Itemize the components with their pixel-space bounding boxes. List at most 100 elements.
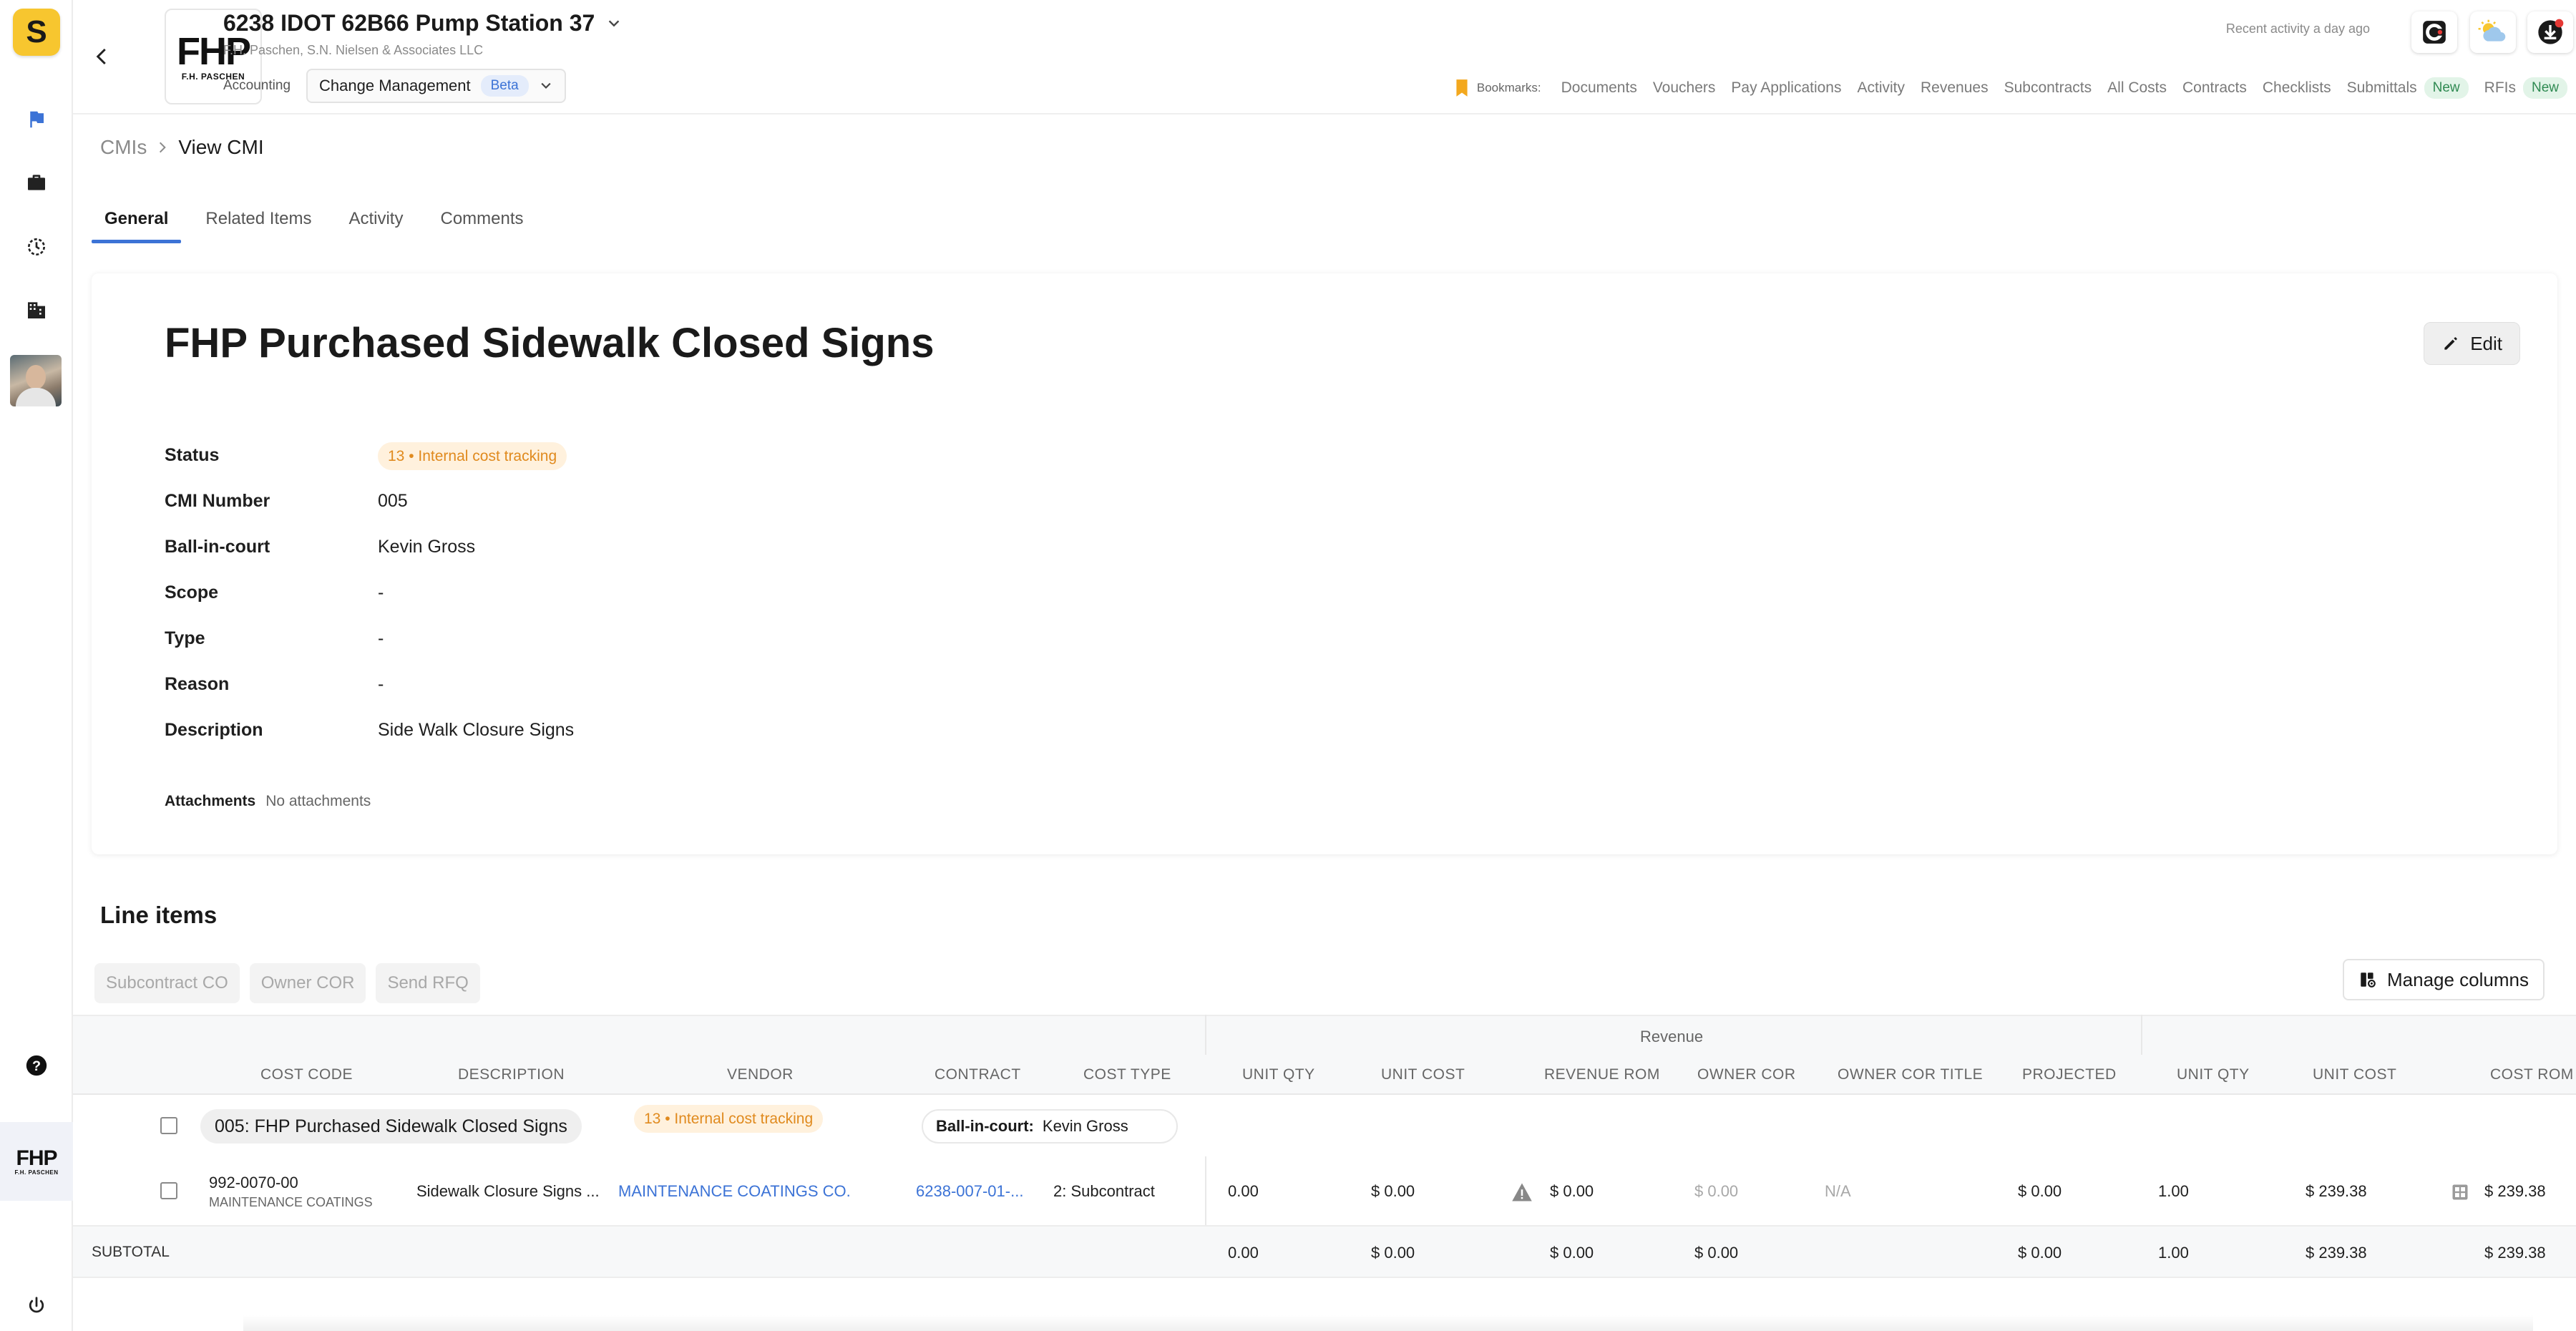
building-icon[interactable]	[19, 292, 54, 328]
edit-button[interactable]: Edit	[2424, 322, 2520, 365]
group-name[interactable]: 005: FHP Purchased Sidewalk Closed Signs	[200, 1109, 582, 1144]
col-owner-cor[interactable]: OWNER COR	[1697, 1066, 1796, 1083]
columns-settings-icon	[2361, 972, 2376, 988]
chevron-right-icon	[160, 142, 167, 153]
field-description: Description Side Walk Closure Signs	[165, 707, 574, 753]
bookmark-rfis[interactable]: RFIs New	[2484, 77, 2567, 99]
col-unit-qty[interactable]: UNIT QTY	[1242, 1066, 1315, 1083]
cmi-title: FHP Purchased Sidewalk Closed Signs	[165, 320, 935, 366]
status-badge: 13 • Internal cost tracking	[378, 442, 567, 470]
col-cost-rom[interactable]: COST ROM	[2490, 1066, 2574, 1083]
flag-icon[interactable]	[19, 102, 54, 137]
cell-cost-code-sub: MAINTENANCE COATINGS	[209, 1195, 373, 1209]
pencil-icon	[2444, 337, 2457, 350]
bookmark-contracts[interactable]: Contracts	[2182, 79, 2247, 97]
svg-text:?: ?	[32, 1058, 41, 1074]
table-row[interactable]: 992-0070-00 MAINTENANCE COATINGS Sidewal…	[73, 1156, 2576, 1225]
row-divider	[1205, 1156, 1206, 1225]
bookmark-documents[interactable]: Documents	[1561, 79, 1637, 97]
manage-columns-button[interactable]: Manage columns	[2343, 959, 2545, 1000]
back-button[interactable]	[84, 39, 120, 74]
field-label: CMI Number	[165, 490, 270, 511]
field-label: Reason	[165, 673, 230, 694]
field-label: Ball-in-court	[165, 536, 270, 557]
row-checkbox[interactable]	[160, 1182, 177, 1199]
bookmark-activity[interactable]: Activity	[1858, 79, 1906, 97]
integration-icon[interactable]	[2411, 11, 2457, 53]
col-contract[interactable]: CONTRACT	[935, 1066, 1021, 1083]
col-unit-qty-2[interactable]: UNIT QTY	[2177, 1066, 2250, 1083]
tab-general[interactable]: General	[92, 209, 182, 243]
subtotal-row: SUBTOTAL 0.00 $ 0.00 $ 0.00 $ 0.00 $ 0.0…	[73, 1225, 2576, 1278]
new-badge: New	[2522, 77, 2567, 99]
history-icon[interactable]	[19, 229, 54, 265]
project-header: FHP F.H. PASCHEN 6238 IDOT 62B66 Pump St…	[73, 0, 2576, 114]
field-label: Type	[165, 628, 205, 648]
col-owner-cor-title[interactable]: OWNER COR TITLE	[1838, 1066, 1983, 1083]
cell-owner-cor: $ 0.00	[1694, 1182, 1739, 1200]
calculator-icon[interactable]	[2450, 1182, 2470, 1202]
subtotal-cost-rom: $ 239.38	[2484, 1244, 2546, 1262]
line-item-actions: Subcontract CO Owner COR Send RFQ	[94, 963, 480, 1003]
field-value: Side Walk Closure Signs	[378, 719, 575, 740]
send-rfq-button[interactable]: Send RFQ	[376, 963, 480, 1003]
cell-unit-qty: 0.00	[1228, 1182, 1259, 1200]
avatar[interactable]	[10, 355, 62, 406]
field-value: Kevin Gross	[378, 536, 476, 557]
bookmark-vouchers[interactable]: Vouchers	[1653, 79, 1716, 97]
group-checkbox[interactable]	[160, 1117, 177, 1134]
power-icon[interactable]	[19, 1288, 54, 1324]
col-unit-cost[interactable]: UNIT COST	[1381, 1066, 1465, 1083]
vendor-link[interactable]: MAINTENANCE COATINGS CO.	[618, 1182, 851, 1201]
contract-link[interactable]: 6238-007-01-...	[916, 1182, 1023, 1201]
bookmarks-bar: Bookmarks: Documents Vouchers Pay Applic…	[1454, 77, 2576, 99]
bookmark-checklists[interactable]: Checklists	[2263, 79, 2331, 97]
bookmark-pay-applications[interactable]: Pay Applications	[1731, 79, 1841, 97]
briefcase-icon[interactable]	[19, 165, 54, 200]
chevron-left-icon	[96, 48, 106, 65]
breadcrumb-cmis[interactable]: CMIs	[100, 136, 147, 159]
company-logo-mini: FHP F.H. PASCHEN	[14, 1146, 59, 1176]
cell-unit-cost: $ 0.00	[1371, 1182, 1415, 1200]
subtotal-unit-qty: 0.00	[1228, 1244, 1259, 1262]
col-unit-cost-2[interactable]: UNIT COST	[2313, 1066, 2396, 1083]
cell-cost-code: 992-0070-00	[209, 1174, 298, 1191]
company-switcher[interactable]: FHP F.H. PASCHEN	[0, 1122, 73, 1201]
app-logo[interactable]: S	[13, 9, 60, 56]
tab-related-items[interactable]: Related Items	[192, 209, 324, 243]
tab-comments[interactable]: Comments	[427, 209, 536, 243]
warning-icon	[1512, 1183, 1532, 1201]
cmi-detail-card: FHP Purchased Sidewalk Closed Signs Edit…	[92, 273, 2557, 854]
col-cost-type[interactable]: COST TYPE	[1083, 1066, 1171, 1083]
col-cost-code[interactable]: COST CODE	[260, 1066, 353, 1083]
owner-cor-button[interactable]: Owner COR	[249, 963, 366, 1003]
bookmark-submittals[interactable]: Submittals New	[2347, 77, 2469, 99]
field-value: -	[378, 628, 384, 648]
bookmark-icon	[1456, 79, 1468, 97]
help-icon[interactable]: ?	[19, 1048, 54, 1083]
col-description[interactable]: DESCRIPTION	[458, 1066, 565, 1083]
module-row: Accounting Change Management Beta	[223, 69, 566, 103]
field-status: Status 13 • Internal cost tracking	[165, 432, 574, 478]
weather-icon[interactable]	[2470, 11, 2516, 53]
col-revenue-rom[interactable]: REVENUE ROM	[1544, 1066, 1660, 1083]
bookmark-subcontracts[interactable]: Subcontracts	[2004, 79, 2092, 97]
subcontract-co-button[interactable]: Subcontract CO	[94, 963, 240, 1003]
col-vendor[interactable]: VENDOR	[727, 1066, 794, 1083]
bookmark-revenues[interactable]: Revenues	[1921, 79, 1989, 97]
attachments: Attachments No attachments	[165, 793, 371, 810]
download-icon[interactable]	[2527, 11, 2573, 53]
tab-activity[interactable]: Activity	[336, 209, 416, 243]
attachments-value: No attachments	[265, 793, 371, 809]
group-divider	[1205, 1015, 1206, 1055]
col-projected[interactable]: PROJECTED	[2022, 1066, 2117, 1083]
field-value: -	[378, 673, 384, 694]
module-select[interactable]: Change Management Beta	[306, 69, 566, 103]
group-divider	[2141, 1015, 2142, 1055]
chevron-down-icon	[609, 19, 620, 26]
field-value: -	[378, 582, 384, 603]
bookmark-all-costs[interactable]: All Costs	[2107, 79, 2167, 97]
breadcrumb-current: View CMI	[178, 136, 264, 158]
project-switcher[interactable]: 6238 IDOT 62B66 Pump Station 37	[223, 10, 622, 36]
cell-cost-rom: $ 239.38	[2484, 1182, 2546, 1200]
